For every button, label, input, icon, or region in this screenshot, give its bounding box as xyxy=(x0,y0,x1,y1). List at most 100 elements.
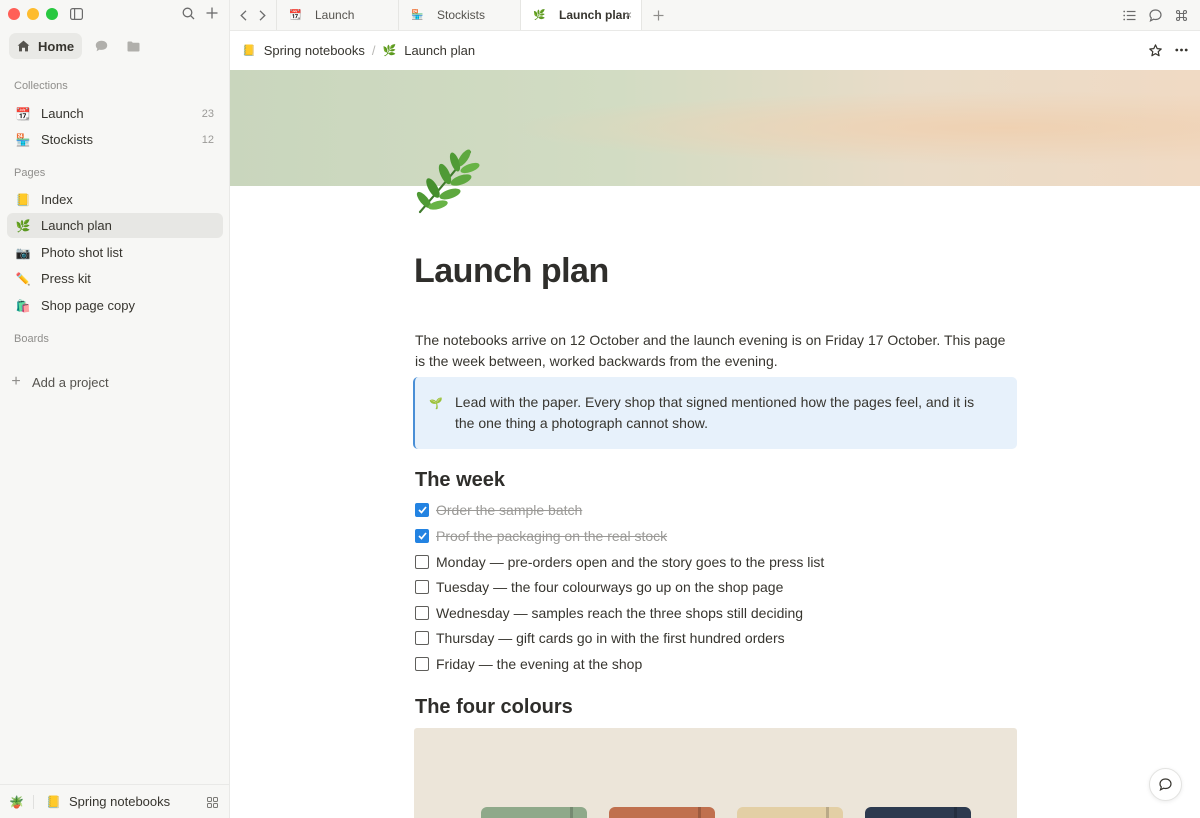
forward-arrow-icon[interactable] xyxy=(257,8,268,22)
window-controls xyxy=(8,8,58,20)
checkmark-icon xyxy=(417,532,427,540)
todo-item[interactable]: Monday — pre-orders open and the story g… xyxy=(415,552,824,572)
shop-icon: 🏪 xyxy=(411,9,424,21)
folder-icon[interactable] xyxy=(120,33,146,59)
close-window-button[interactable] xyxy=(8,8,20,20)
tab-launch[interactable]: 📆 Launch xyxy=(276,0,398,30)
chat-icon[interactable] xyxy=(88,33,114,59)
sidebar-item-index[interactable]: 📒 Index xyxy=(7,187,223,212)
todo-item[interactable]: Order the sample batch xyxy=(415,500,582,520)
search-icon[interactable] xyxy=(181,6,195,20)
todo-text: Order the sample batch xyxy=(436,502,583,518)
sidebar-item-label: Press kit xyxy=(41,271,91,286)
todo-item[interactable]: Wednesday — samples reach the three shop… xyxy=(415,603,803,623)
sidebar-item-label: Index xyxy=(41,192,73,207)
sidebar-item-label: Launch plan xyxy=(41,218,112,233)
sidebar-item-label: Stockists xyxy=(41,132,94,147)
sidebar-toggle-icon[interactable] xyxy=(70,7,84,21)
comments-icon[interactable] xyxy=(1148,8,1162,22)
breadcrumb-label: Launch plan xyxy=(404,43,476,58)
notebook-terracotta xyxy=(609,807,715,818)
notebook-icon: 📒 xyxy=(242,45,256,57)
todo-item[interactable]: Thursday — gift cards go in with the fir… xyxy=(415,628,785,648)
page-cover[interactable] xyxy=(230,70,1200,186)
plus-icon xyxy=(653,10,663,20)
todo-item[interactable]: Proof the packaging on the real stock xyxy=(415,526,667,546)
todo-text: Monday — pre-orders open and the story g… xyxy=(436,554,825,570)
intro-paragraph[interactable]: The notebooks arrive on 12 October and t… xyxy=(415,330,1017,372)
checkmark-icon xyxy=(417,506,427,514)
notebook-navy xyxy=(865,807,971,818)
new-tab-button[interactable] xyxy=(642,0,674,30)
herb-icon[interactable] xyxy=(414,146,480,216)
notebook-sage xyxy=(481,807,587,818)
footer-divider xyxy=(33,794,34,809)
heading-the-four-colours[interactable]: The four colours xyxy=(415,696,573,719)
shopping-bags-icon: 🛍️ xyxy=(15,298,31,313)
notebook-icon: 📒 xyxy=(46,794,61,809)
apps-grid-icon[interactable] xyxy=(207,796,218,811)
page-title[interactable]: Launch plan xyxy=(414,252,609,291)
add-project-button[interactable]: + Add a project xyxy=(10,373,108,391)
tab-stockists[interactable]: 🏪 Stockists xyxy=(398,0,520,30)
notebooks-photo[interactable] xyxy=(414,728,1017,818)
notebook-sand xyxy=(737,807,843,818)
zoom-window-button[interactable] xyxy=(46,8,58,20)
workspace-footer: 🪴 📒 Spring notebooks xyxy=(0,784,229,818)
minimize-window-button[interactable] xyxy=(27,8,39,20)
sidebar-item-launch[interactable]: 📆 Launch 23 xyxy=(7,101,223,126)
checkbox-checked[interactable] xyxy=(415,529,429,543)
comment-button[interactable] xyxy=(1149,768,1182,801)
camera-icon: 📷 xyxy=(15,245,31,260)
list-icon[interactable] xyxy=(1122,8,1136,22)
tab-launch-plan[interactable]: 🌿 Launch plan × xyxy=(520,0,642,30)
notebook-icon: 📒 xyxy=(15,192,31,207)
checkbox[interactable] xyxy=(415,555,429,569)
collections-heading: Collections xyxy=(14,80,68,92)
workspace-switcher[interactable]: Spring notebooks xyxy=(69,794,170,809)
tab-bar: 📆 Launch 🏪 Stockists 🌿 Launch plan × xyxy=(230,0,1200,31)
todo-text: Thursday — gift cards go in with the fir… xyxy=(436,630,785,646)
herb-icon: 🌿 xyxy=(15,218,31,233)
heading-the-week[interactable]: The week xyxy=(415,469,505,492)
calendar-icon: 📆 xyxy=(15,106,31,121)
close-tab-icon[interactable]: × xyxy=(625,8,632,22)
new-page-icon[interactable] xyxy=(205,6,219,20)
breadcrumb-label: Spring notebooks xyxy=(263,43,365,58)
sidebar-item-launch-plan[interactable]: 🌿 Launch plan xyxy=(7,213,223,238)
breadcrumb-spring-notebooks[interactable]: 📒 Spring notebooks xyxy=(242,43,365,58)
sidebar-item-stockists[interactable]: 🏪 Stockists 12 xyxy=(7,127,223,152)
command-icon[interactable] xyxy=(1174,8,1188,22)
breadcrumb-launch-plan[interactable]: 🌿 Launch plan xyxy=(383,43,476,58)
page-header: 📒 Spring notebooks / 🌿 Launch plan xyxy=(230,31,1200,70)
home-icon xyxy=(17,40,30,52)
sidebar-item-shop-page-copy[interactable]: 🛍️ Shop page copy xyxy=(7,293,223,318)
home-label: Home xyxy=(38,38,75,54)
seedling-icon[interactable]: 🌱 xyxy=(429,394,443,415)
back-arrow-icon[interactable] xyxy=(238,8,249,22)
sidebar-item-photo-shot-list[interactable]: 📷 Photo shot list xyxy=(7,240,223,265)
todo-item[interactable]: Tuesday — the four colourways go up on t… xyxy=(415,577,783,597)
shop-icon: 🏪 xyxy=(15,132,31,147)
sidebar-item-press-kit[interactable]: ✏️ Press kit xyxy=(7,266,223,291)
tab-label: Launch xyxy=(315,8,355,22)
sidebar-item-label: Photo shot list xyxy=(41,245,123,260)
todo-item[interactable]: Friday — the evening at the shop xyxy=(415,654,642,674)
checkbox[interactable] xyxy=(415,631,429,645)
home-button[interactable]: Home xyxy=(9,33,83,59)
checkbox[interactable] xyxy=(415,657,429,671)
more-options-icon[interactable] xyxy=(1174,43,1188,57)
callout-text: Lead with the paper. Every shop that sig… xyxy=(455,394,975,431)
sidebar: Home Collections 📆 Launch 23 🏪 Stockists… xyxy=(0,0,230,818)
comment-icon xyxy=(1159,778,1172,791)
checkbox[interactable] xyxy=(415,606,429,620)
potted-plant-icon[interactable]: 🪴 xyxy=(9,795,25,809)
item-count: 23 xyxy=(201,107,214,120)
calendar-icon: 📆 xyxy=(289,9,302,21)
todo-text: Wednesday — samples reach the three shop… xyxy=(436,605,804,621)
star-icon[interactable] xyxy=(1148,43,1162,57)
checkbox[interactable] xyxy=(415,580,429,594)
todo-text: Proof the packaging on the real stock xyxy=(436,528,668,544)
checkbox-checked[interactable] xyxy=(415,503,429,517)
callout[interactable]: 🌱 Lead with the paper. Every shop that s… xyxy=(413,377,1017,449)
